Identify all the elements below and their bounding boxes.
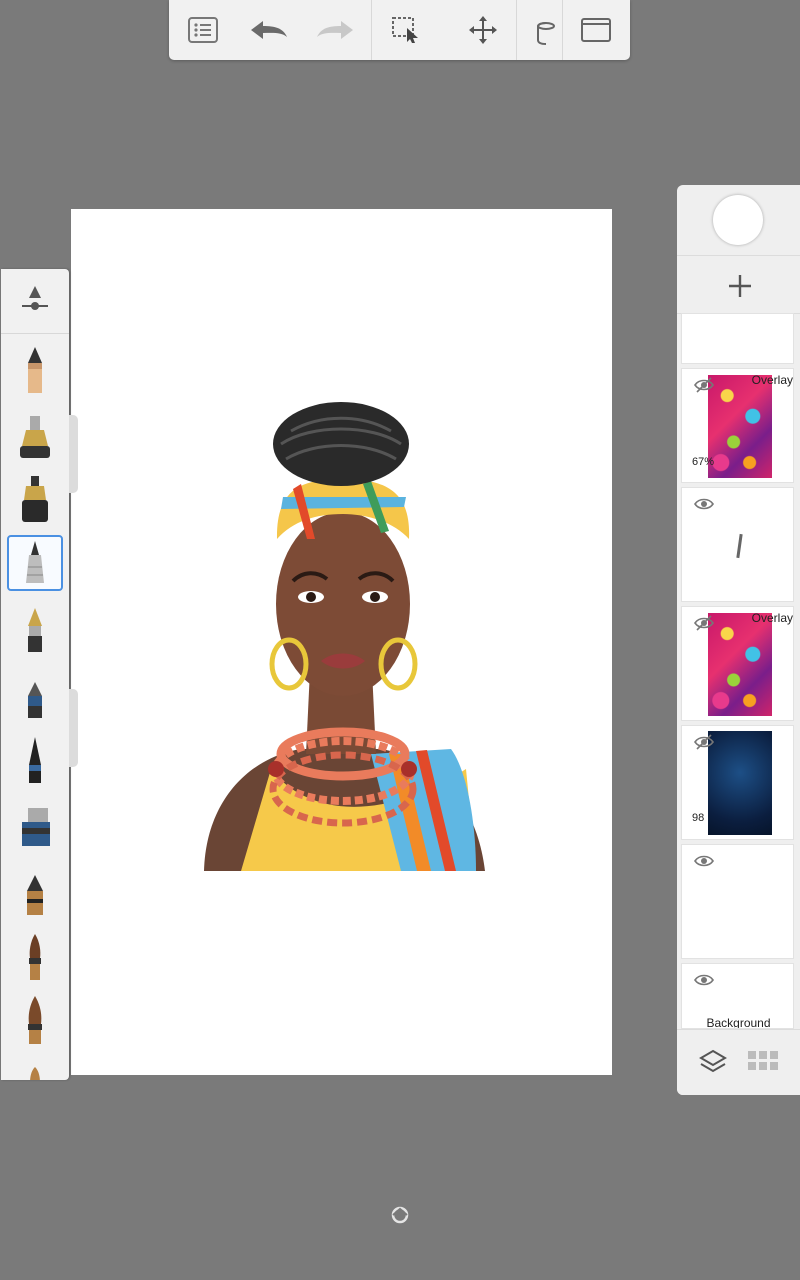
undo-icon[interactable] <box>247 8 291 52</box>
layer-item-top[interactable] <box>681 313 794 364</box>
layer-item-sketch[interactable] <box>681 487 794 602</box>
eye-hidden-icon[interactable] <box>694 734 714 755</box>
airbrush-brush-icon[interactable] <box>7 535 63 591</box>
chisel-marker-brush-icon[interactable] <box>7 799 63 855</box>
layer-opacity: 67% <box>692 456 715 468</box>
brush-settings-icon[interactable] <box>7 272 63 328</box>
flat-brush-icon[interactable] <box>7 992 63 1048</box>
layer-item-dark-texture[interactable]: 98 <box>681 725 794 840</box>
top-toolbar <box>169 0 630 60</box>
redo-icon[interactable] <box>313 8 357 52</box>
layer-name: Background <box>706 1016 771 1029</box>
layer-item-empty[interactable] <box>681 844 794 959</box>
soft-brush-icon[interactable] <box>7 1059 63 1080</box>
layer-item-overlay-paisley-2[interactable]: Overlay <box>681 606 794 721</box>
eye-icon[interactable] <box>694 972 714 993</box>
eye-icon[interactable] <box>694 496 714 517</box>
grid-view-icon[interactable] <box>747 1050 779 1077</box>
selection-icon[interactable] <box>384 8 428 52</box>
fine-liner-brush-icon[interactable] <box>7 732 63 788</box>
layers-panel-footer <box>677 1029 800 1095</box>
layers-stack-icon[interactable] <box>699 1049 727 1080</box>
brush-library-panel <box>1 269 69 1080</box>
eye-hidden-icon[interactable] <box>694 377 714 398</box>
layer-thumbnail <box>736 533 743 559</box>
move-icon[interactable] <box>461 8 505 52</box>
canvas-rotate-icon[interactable] <box>390 1205 410 1230</box>
layer-item-overlay-paisley[interactable]: Overlay 67% <box>681 368 794 483</box>
brush-panel-drag-handle-lower[interactable] <box>69 689 78 767</box>
layer-thumbnail <box>708 375 772 478</box>
marker-brush-icon[interactable] <box>7 409 63 465</box>
layer-thumbnail <box>708 613 772 716</box>
list-icon[interactable] <box>181 8 225 52</box>
layer-thumbnail <box>708 731 772 835</box>
fill-icon[interactable] <box>531 8 563 52</box>
pencil-brush-icon[interactable] <box>7 342 63 398</box>
brush-panel-drag-handle[interactable] <box>69 415 78 493</box>
eye-icon[interactable] <box>694 853 714 874</box>
drawing-canvas[interactable] <box>71 209 612 1075</box>
felt-tip-brush-icon[interactable] <box>7 672 63 728</box>
add-layer-button[interactable] <box>717 263 762 308</box>
color-swatch[interactable] <box>713 195 763 245</box>
layer-blend-mode: Overlay <box>751 373 793 387</box>
fountain-pen-brush-icon[interactable] <box>7 602 63 658</box>
ink-pen-brush-icon[interactable] <box>7 471 63 527</box>
layers-panel: Overlay 67% Overlay 98 Background <box>677 185 800 1095</box>
hard-pencil-brush-icon[interactable] <box>7 867 63 923</box>
fullscreen-icon[interactable] <box>574 8 618 52</box>
layer-item-background[interactable]: Background <box>681 963 794 1029</box>
layer-blend-mode: Overlay <box>751 611 793 625</box>
eye-hidden-icon[interactable] <box>694 615 714 636</box>
paint-brush-icon[interactable] <box>7 929 63 985</box>
artwork-illustration <box>204 402 485 871</box>
layer-opacity: 98 <box>692 812 705 824</box>
